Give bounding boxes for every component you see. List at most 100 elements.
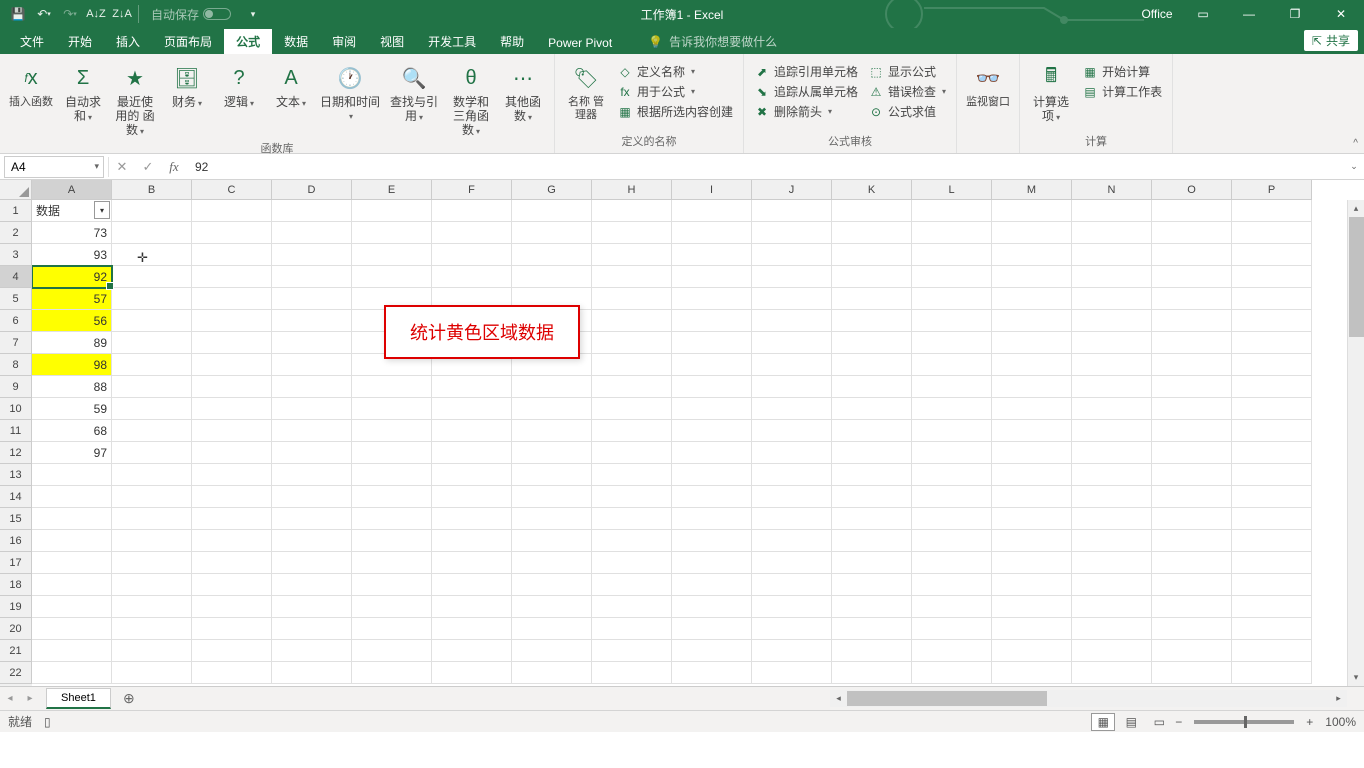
cell[interactable] (112, 530, 192, 552)
cell[interactable] (752, 618, 832, 640)
column-header[interactable]: O (1152, 180, 1232, 200)
cell[interactable] (832, 266, 912, 288)
data-cell[interactable]: 97 (32, 442, 112, 464)
cell[interactable] (592, 464, 672, 486)
cell[interactable] (592, 420, 672, 442)
cell[interactable] (592, 640, 672, 662)
cell[interactable] (352, 530, 432, 552)
cell[interactable] (1152, 574, 1232, 596)
row-header[interactable]: 5 (0, 288, 32, 310)
cell[interactable] (1072, 244, 1152, 266)
cell[interactable] (272, 464, 352, 486)
cell[interactable] (992, 266, 1072, 288)
cell[interactable] (512, 596, 592, 618)
cell[interactable] (112, 288, 192, 310)
cell[interactable] (832, 596, 912, 618)
macro-record-icon[interactable]: ▯ (44, 715, 51, 729)
cell[interactable] (432, 574, 512, 596)
cell[interactable] (32, 486, 112, 508)
scroll-right-icon[interactable]: ▸ (1330, 693, 1347, 704)
cell[interactable] (1072, 662, 1152, 684)
vertical-scrollbar[interactable]: ▴ ▾ (1347, 200, 1364, 686)
cell[interactable] (672, 398, 752, 420)
page-layout-view-icon[interactable]: ▤ (1119, 713, 1143, 731)
cell[interactable] (672, 288, 752, 310)
cell[interactable] (112, 398, 192, 420)
error-checking-button[interactable]: ⚠错误检查 ▾ (864, 82, 950, 101)
cell[interactable] (832, 486, 912, 508)
cell[interactable] (272, 552, 352, 574)
calculate-sheet-button[interactable]: ▤计算工作表 (1078, 82, 1166, 101)
cell[interactable] (192, 310, 272, 332)
cell[interactable] (752, 574, 832, 596)
cell[interactable] (752, 530, 832, 552)
cell[interactable] (832, 310, 912, 332)
cell[interactable] (1152, 552, 1232, 574)
cell[interactable] (432, 596, 512, 618)
row-header[interactable]: 22 (0, 662, 32, 684)
cell[interactable] (512, 662, 592, 684)
cell[interactable] (272, 618, 352, 640)
cell[interactable] (752, 310, 832, 332)
create-from-selection-button[interactable]: ▦根据所选内容创建 (613, 102, 737, 121)
cell[interactable] (272, 376, 352, 398)
cell[interactable] (352, 618, 432, 640)
cell[interactable] (272, 420, 352, 442)
cell[interactable] (592, 398, 672, 420)
cell[interactable] (192, 288, 272, 310)
cell[interactable] (192, 332, 272, 354)
cell[interactable] (672, 200, 752, 222)
cell[interactable] (992, 288, 1072, 310)
cell[interactable] (592, 288, 672, 310)
column-header[interactable]: C (192, 180, 272, 200)
cell[interactable] (1072, 618, 1152, 640)
row-header[interactable]: 8 (0, 354, 32, 376)
cell-header[interactable]: 数据▾ (32, 200, 112, 222)
cell[interactable] (432, 508, 512, 530)
row-header[interactable]: 2 (0, 222, 32, 244)
row-header[interactable]: 7 (0, 332, 32, 354)
cell[interactable] (672, 640, 752, 662)
cell[interactable] (1152, 618, 1232, 640)
cell[interactable] (192, 398, 272, 420)
math-button[interactable]: θ 数学和 三角函数▾ (446, 60, 496, 140)
redo-icon[interactable]: ↷▾ (58, 2, 82, 26)
cell[interactable] (672, 552, 752, 574)
tab-home[interactable]: 开始 (56, 29, 104, 54)
data-cell[interactable]: 57 (32, 288, 112, 310)
logical-button[interactable]: ? 逻辑▾ (214, 60, 264, 112)
column-header[interactable]: K (832, 180, 912, 200)
scroll-down-icon[interactable]: ▾ (1348, 669, 1364, 686)
cell[interactable] (512, 552, 592, 574)
cell[interactable] (592, 574, 672, 596)
cell[interactable] (192, 222, 272, 244)
horizontal-scrollbar[interactable]: ◂ ▸ (830, 690, 1347, 707)
cell[interactable] (1072, 266, 1152, 288)
cell[interactable] (1232, 596, 1312, 618)
cell[interactable] (752, 464, 832, 486)
add-sheet-icon[interactable]: ⊕ (117, 690, 141, 707)
cell[interactable] (1072, 508, 1152, 530)
cell[interactable] (1152, 464, 1232, 486)
cell[interactable] (432, 376, 512, 398)
cell[interactable] (752, 354, 832, 376)
cell[interactable] (32, 574, 112, 596)
cell[interactable] (1152, 222, 1232, 244)
cell[interactable] (1232, 332, 1312, 354)
column-header[interactable]: E (352, 180, 432, 200)
cell[interactable] (1072, 486, 1152, 508)
cell[interactable] (432, 552, 512, 574)
column-header[interactable]: J (752, 180, 832, 200)
row-header[interactable]: 16 (0, 530, 32, 552)
cell[interactable] (752, 288, 832, 310)
cell[interactable] (192, 640, 272, 662)
cell[interactable] (992, 200, 1072, 222)
data-cell[interactable]: 89 (32, 332, 112, 354)
column-header[interactable]: H (592, 180, 672, 200)
cell[interactable] (512, 200, 592, 222)
cell[interactable] (752, 486, 832, 508)
cell[interactable] (672, 420, 752, 442)
cell[interactable] (112, 310, 192, 332)
row-header[interactable]: 1 (0, 200, 32, 222)
cell[interactable] (352, 640, 432, 662)
